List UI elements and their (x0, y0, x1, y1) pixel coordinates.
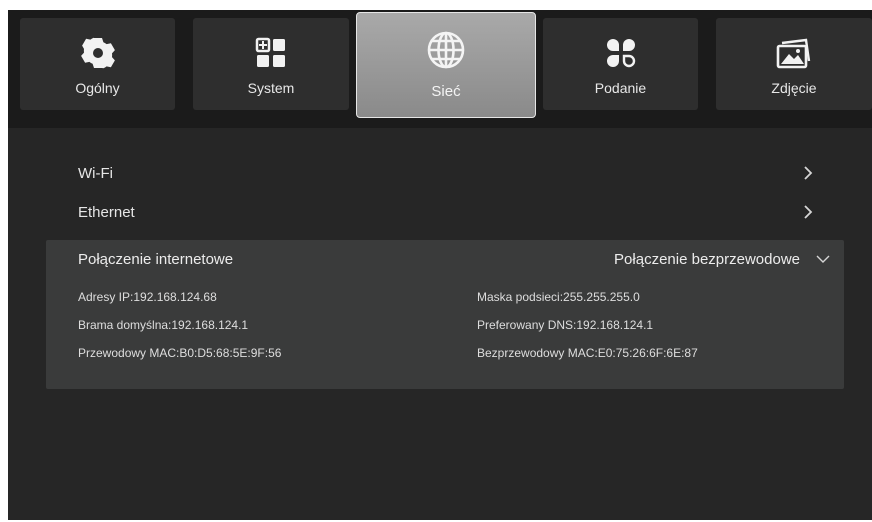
chevron-right-icon (798, 202, 818, 222)
tab-system[interactable]: System (193, 18, 349, 110)
tab-label: Zdjęcie (771, 80, 817, 96)
connection-type-value: Połączenie bezprzewodowe (614, 250, 800, 268)
ethernet-label: Ethernet (78, 203, 135, 221)
apps-icon (605, 36, 637, 70)
internet-connection-row: Połączenie internetowe Połączenie bezprz… (78, 248, 830, 270)
ip-address: Adresy IP:192.168.124.68 (78, 290, 217, 304)
settings-screen: Ogólny System Sieć Podanie Zdjęcie Wi-Fi… (8, 10, 872, 520)
chevron-right-icon (798, 163, 818, 183)
tab-label: Podanie (594, 80, 647, 96)
tab-general[interactable]: Ogólny (20, 18, 175, 110)
wireless-mac: Bezprzewodowy MAC:E0:75:26:6F:6E:87 (477, 346, 698, 360)
wifi-row[interactable]: Wi-Fi (78, 158, 818, 188)
connection-type-dropdown[interactable]: Połączenie bezprzewodowe (614, 250, 830, 268)
globe-icon (426, 31, 466, 69)
tab-label: Ogólny (75, 80, 120, 96)
wifi-label: Wi-Fi (78, 164, 113, 182)
wired-mac: Przewodowy MAC:B0:D5:68:5E:9F:56 (78, 346, 282, 360)
grid-icon (255, 36, 287, 70)
chevron-down-icon (816, 250, 830, 268)
tab-label: System (247, 80, 295, 96)
default-gateway: Brama domyślna:192.168.124.1 (78, 318, 249, 332)
tab-label: Sieć (431, 83, 461, 100)
preferred-dns: Preferowany DNS:192.168.124.1 (477, 318, 654, 332)
tab-network[interactable]: Sieć (356, 12, 536, 118)
internet-connection-panel: Połączenie internetowe Połączenie bezprz… (46, 240, 844, 389)
subnet-mask: Maska podsieci:255.255.255.0 (477, 290, 640, 304)
gear-icon (80, 36, 115, 70)
network-settings-content: Wi-Fi Ethernet Połączenie internetowe Po… (8, 128, 872, 520)
tab-apps[interactable]: Podanie (543, 18, 698, 110)
tab-picture[interactable]: Zdjęcie (716, 18, 872, 110)
picture-icon (776, 36, 812, 70)
internet-connection-label: Połączenie internetowe (78, 250, 234, 268)
ethernet-row[interactable]: Ethernet (78, 197, 818, 227)
tab-bar: Ogólny System Sieć Podanie Zdjęcie (8, 10, 872, 128)
